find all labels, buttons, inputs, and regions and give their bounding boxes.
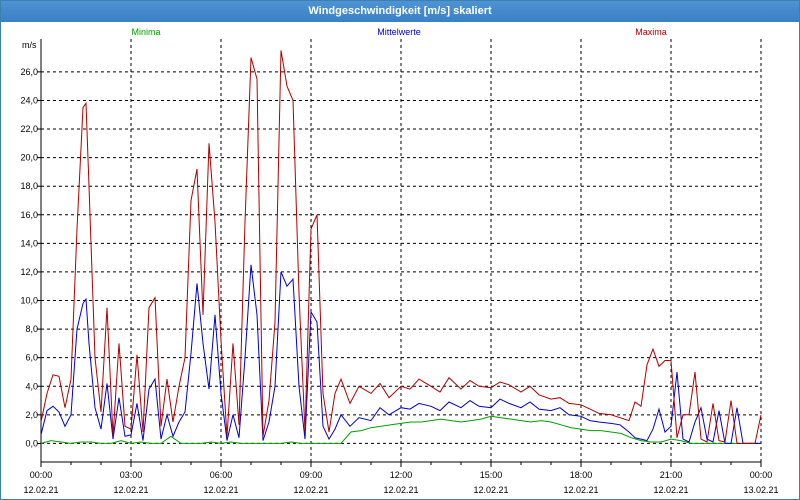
- x-tick-time-label: 00:00: [750, 470, 773, 480]
- x-tick-time-label: 00:00: [30, 470, 53, 480]
- y-tick-label: 24,0: [20, 95, 38, 105]
- y-tick-label: 16,0: [20, 210, 38, 220]
- chart-canvas: 0,0 2,0 4,0 6,0 8,0 10,0 12,0 14,0 16,0 18,0 20,0 2…: [20, 27, 778, 495]
- legend-entry-mittelwerte: Mittelwerte: [377, 27, 421, 37]
- legend-entry-minima: Minima: [131, 27, 160, 37]
- y-tick-label: 26,0: [20, 67, 38, 77]
- legend-entry-maxima: Maxima: [635, 27, 667, 37]
- legend: Minima Mittelwerte Maxima: [131, 27, 666, 37]
- y-tick-label: 0,0: [25, 438, 38, 448]
- x-tick-date-label: 13.02.21: [743, 485, 778, 495]
- y-axis-label: m/s: [22, 40, 37, 50]
- x-tick-time-label: 12:00: [390, 470, 413, 480]
- x-tick-time-label: 06:00: [210, 470, 233, 480]
- y-tick-label: 22,0: [20, 124, 38, 134]
- grid: [41, 39, 761, 462]
- x-tick-time-label: 18:00: [570, 470, 593, 480]
- x-tick-date-label: 12.02.21: [383, 485, 418, 495]
- series-line-maxima: [40, 50, 762, 444]
- axes: [37, 39, 762, 467]
- y-tick-label: 2,0: [25, 410, 38, 420]
- x-tick-date-label: 12.02.21: [563, 485, 598, 495]
- x-tick-date-label: 12.02.21: [473, 485, 508, 495]
- x-tick-time-label: 03:00: [120, 470, 143, 480]
- window-title: Windgeschwindigkeit [m/s] skaliert: [1, 1, 799, 22]
- x-tick-time-label: 21:00: [660, 470, 683, 480]
- y-tick-label: 20,0: [20, 153, 38, 163]
- chart-window: Windgeschwindigkeit [m/s] skaliert 0,0 2,…: [0, 0, 800, 500]
- x-tick-date-label: 12.02.21: [113, 485, 148, 495]
- x-tick-date-label: 12.02.21: [293, 485, 328, 495]
- x-tick-date-label: 12.02.21: [653, 485, 688, 495]
- x-tick-time-label: 15:00: [480, 470, 503, 480]
- x-tick-time-label: 09:00: [300, 470, 323, 480]
- x-tick-date-label: 12.02.21: [23, 485, 58, 495]
- y-tick-label: 6,0: [25, 353, 38, 363]
- series-group: [40, 50, 762, 444]
- y-tick-label: 18,0: [20, 181, 38, 191]
- y-tick-label: 12,0: [20, 267, 38, 277]
- y-tick-label: 14,0: [20, 238, 38, 248]
- y-tick-label: 10,0: [20, 296, 38, 306]
- y-tick-label: 8,0: [25, 324, 38, 334]
- x-tick-date-label: 12.02.21: [203, 485, 238, 495]
- y-tick-label: 4,0: [25, 381, 38, 391]
